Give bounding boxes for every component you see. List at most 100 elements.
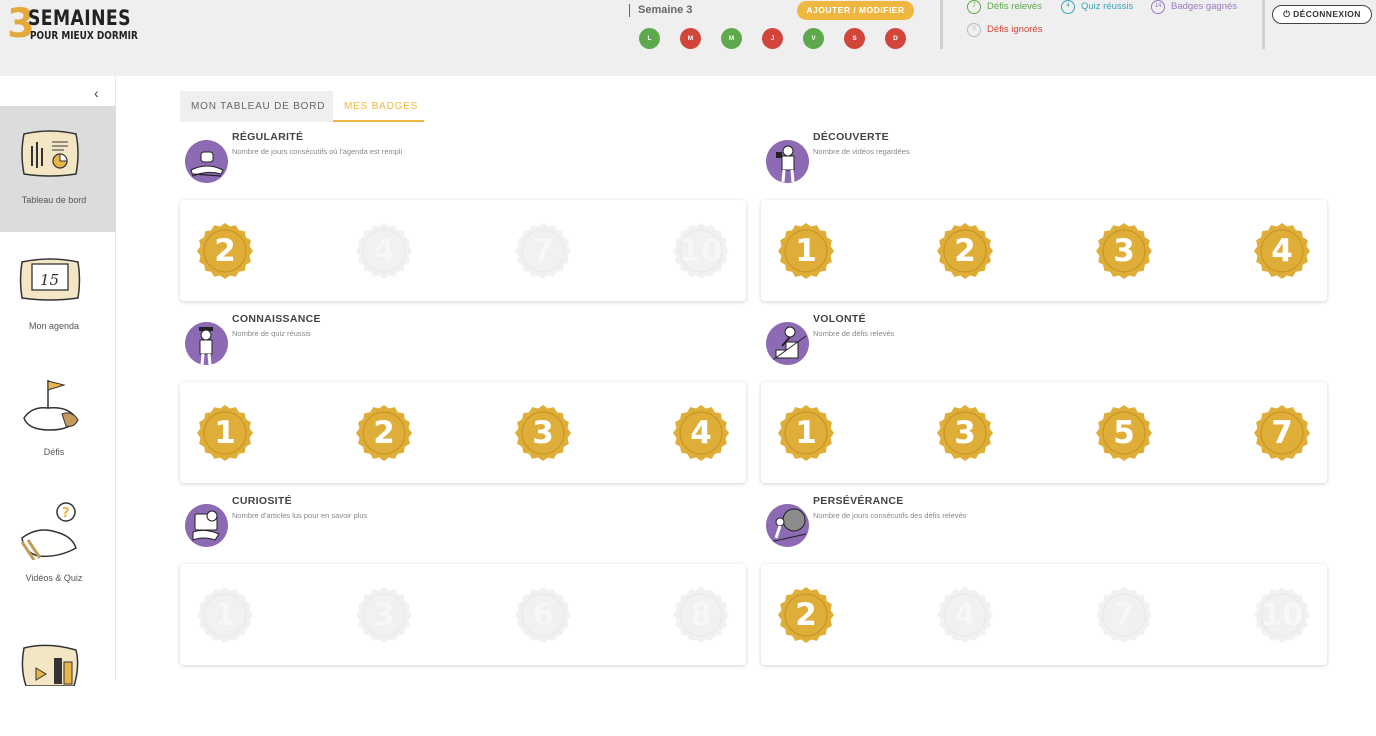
app-logo[interactable]: 3 SEMAINES POUR MIEUX DORMIR (7, 4, 138, 46)
badge-locked[interactable]: 10 (673, 223, 729, 279)
badges-gagnes-count: 14 (1151, 0, 1165, 14)
badge-card: 2 4 7 10 (761, 564, 1327, 665)
badge-locked[interactable]: 7 (1096, 587, 1152, 643)
badge-earned[interactable]: 3 (515, 405, 571, 461)
badge-value: 4 (373, 233, 395, 269)
section-title: CONNAISSANCE (232, 313, 321, 325)
day-indicator[interactable]: L (639, 28, 660, 49)
badge-section: CURIOSITÉ Nombre d'articles lus pour en s… (180, 494, 746, 665)
badge-value: 3 (954, 415, 976, 451)
badge-earned[interactable]: 7 (1254, 405, 1310, 461)
section-title: VOLONTÉ (813, 313, 866, 325)
tab-mes-badges[interactable]: MES BADGES (333, 91, 424, 122)
badge-earned[interactable]: 3 (1096, 223, 1152, 279)
badge-locked[interactable]: 1 (197, 587, 253, 643)
day-indicator[interactable]: M (680, 28, 701, 49)
badge-value: 8 (690, 597, 712, 633)
flag-pillow-icon (23, 380, 79, 431)
sidebar-item-label: Vidéos & Quiz (25, 573, 83, 583)
tab-mon-tableau-de-bord[interactable]: MON TABLEAU DE BORD (180, 91, 333, 122)
defis-ignores-count: 0 (967, 23, 981, 37)
badge-value: 7 (1113, 597, 1135, 633)
badge-earned[interactable]: 2 (356, 405, 412, 461)
badge-earned[interactable]: 4 (1254, 223, 1310, 279)
section-description: Nombre de défis relevés (813, 329, 895, 338)
badge-value: 1 (795, 233, 817, 269)
sidebar: ‹ Tableau de bord 15 Mon agenda Défis ? … (0, 76, 116, 686)
badge-earned[interactable]: 1 (197, 405, 253, 461)
question-pillow-icon: ? (20, 502, 77, 560)
defis-releves-count: 7 (967, 0, 981, 14)
sidebar-item-books[interactable] (0, 610, 116, 736)
badge-earned[interactable]: 1 (778, 223, 834, 279)
badge-card: 1 3 5 7 (761, 382, 1327, 483)
section-description: Nombre de quiz réussis (232, 329, 311, 338)
badge-earned[interactable]: 2 (197, 223, 253, 279)
badge-locked[interactable]: 4 (937, 587, 993, 643)
badge-value: 2 (795, 597, 817, 633)
logo-subtitle: POUR MIEUX DORMIR (30, 30, 138, 42)
logout-label: DÉCONNEXION (1293, 9, 1361, 19)
svg-text:15: 15 (40, 271, 59, 289)
badge-locked[interactable]: 3 (356, 587, 412, 643)
stat-defis-releves: 7 Défis relevés (967, 0, 1042, 15)
badge-locked[interactable]: 10 (1254, 587, 1310, 643)
logout-button[interactable]: ⏻ DÉCONNEXION (1272, 5, 1372, 24)
person-watching-icon (766, 140, 809, 183)
badge-section: VOLONTÉ Nombre de défis relevés 1 3 5 7 (761, 312, 1327, 483)
sidebar-item-tableau-de-bord[interactable]: Tableau de bord (0, 106, 116, 232)
svg-text:?: ? (62, 506, 70, 521)
sidebar-item-videos-quiz[interactable]: ? Vidéos & Quiz (0, 484, 116, 610)
badge-locked[interactable]: 7 (515, 223, 571, 279)
day-indicator[interactable]: J (762, 28, 783, 49)
day-indicator[interactable]: D (885, 28, 906, 49)
sidebar-item-defis[interactable]: Défis (0, 358, 116, 484)
day-indicator[interactable]: V (803, 28, 824, 49)
section-description: Nombre d'articles lus pour en savoir plu… (232, 511, 368, 520)
badge-value: 2 (214, 233, 236, 269)
add-edit-button[interactable]: AJOUTER / MODIFIER (797, 1, 914, 20)
badge-value: 5 (1113, 415, 1135, 451)
power-icon: ⏻ (1283, 9, 1291, 19)
badge-section: PERSÉVÉRANCE Nombre de jours consécutifs … (761, 494, 1327, 665)
graduate-person-icon (185, 322, 228, 365)
badge-value: 4 (1271, 233, 1293, 269)
climbing-person-icon (766, 322, 809, 365)
header-divider-2 (1262, 0, 1265, 49)
badge-earned[interactable]: 4 (673, 405, 729, 461)
badge-earned[interactable]: 1 (778, 405, 834, 461)
badge-locked[interactable]: 4 (356, 223, 412, 279)
badge-card: 1 2 3 4 (761, 200, 1327, 301)
sidebar-item-label: Mon agenda (28, 321, 80, 331)
badge-value: 10 (679, 233, 723, 269)
sidebar-item-label: Tableau de bord (21, 195, 87, 205)
sidebar-item-mon-agenda[interactable]: 15 Mon agenda (0, 232, 116, 358)
badge-value: 3 (373, 597, 395, 633)
badge-card: 1 2 3 4 (180, 382, 746, 483)
calendar-pillow-icon: 15 (19, 258, 81, 301)
badge-earned[interactable]: 3 (937, 405, 993, 461)
week-divider (629, 4, 630, 17)
dashboard-pillow-icon (21, 130, 79, 177)
section-title: CURIOSITÉ (232, 495, 292, 507)
sidebar-item-label: Défis (43, 447, 65, 457)
badge-locked[interactable]: 8 (673, 587, 729, 643)
badge-earned[interactable]: 2 (778, 587, 834, 643)
badge-value: 3 (1113, 233, 1135, 269)
badge-value: 4 (954, 597, 976, 633)
stat-quiz-reussis: 4 Quiz réussis (1061, 0, 1133, 15)
badge-value: 10 (1260, 597, 1304, 633)
badge-earned[interactable]: 5 (1096, 405, 1152, 461)
badge-section: RÉGULARITÉ Nombre de jours consécutifs où… (180, 130, 746, 301)
day-indicator[interactable]: S (844, 28, 865, 49)
badge-earned[interactable]: 2 (937, 223, 993, 279)
header-divider (940, 0, 943, 49)
chevron-left-icon[interactable]: ‹ (94, 85, 99, 101)
badge-section: DÉCOUVERTE Nombre de vidéos regardées 1 2 3 4 (761, 130, 1327, 301)
badge-locked[interactable]: 6 (515, 587, 571, 643)
badge-value: 6 (532, 597, 554, 633)
badge-value: 2 (373, 415, 395, 451)
badge-value: 1 (214, 415, 236, 451)
day-indicator[interactable]: M (721, 28, 742, 49)
badge-value: 7 (1271, 415, 1293, 451)
